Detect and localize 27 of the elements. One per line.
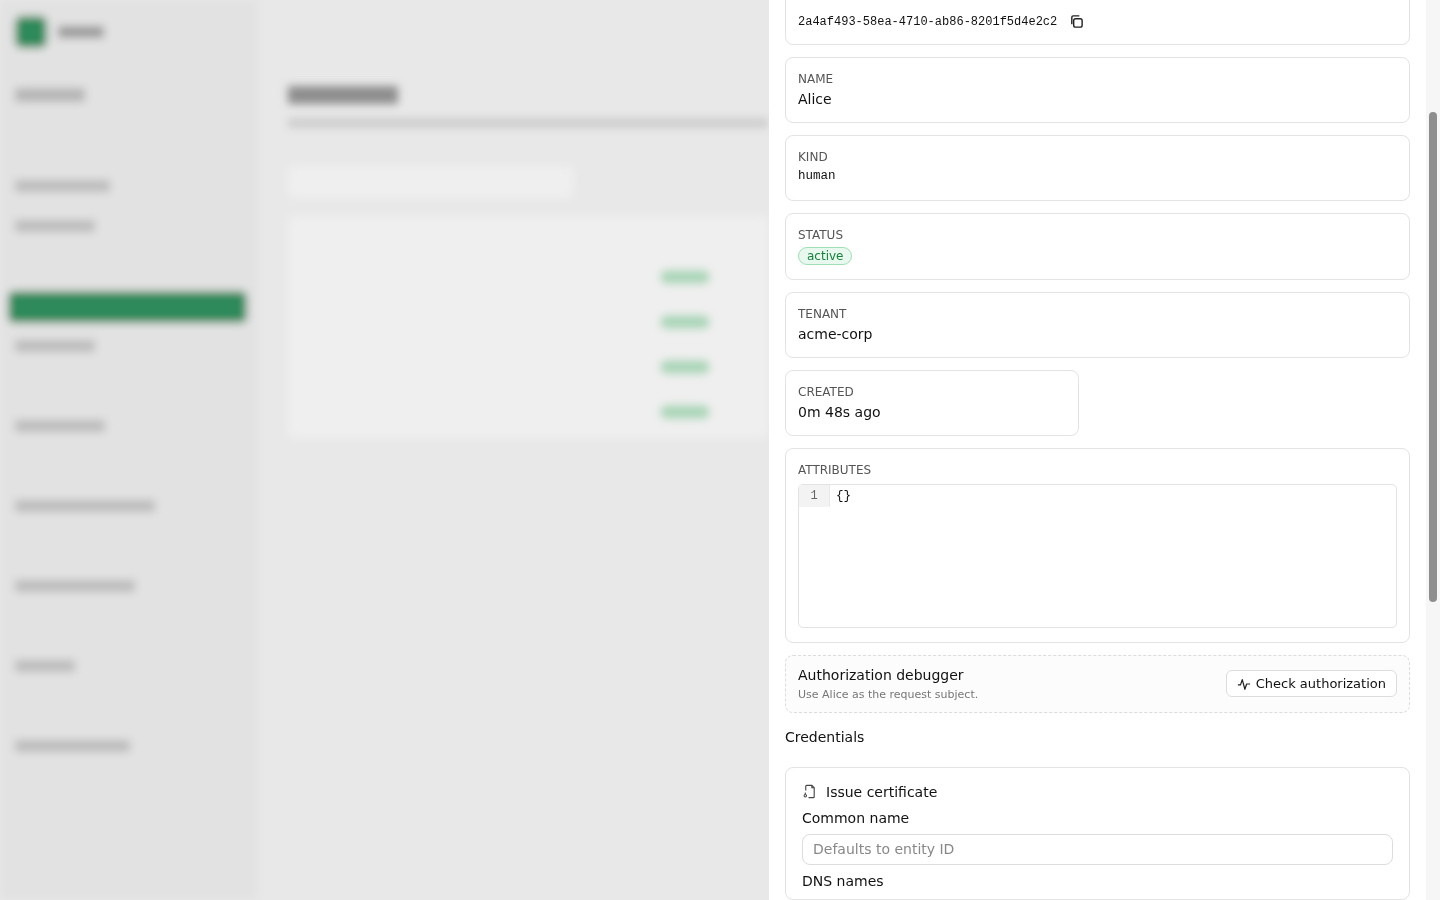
certificate-icon	[802, 784, 817, 800]
code-editor[interactable]: 1 {}	[798, 483, 1397, 628]
check-authorization-button[interactable]: Check authorization	[1225, 670, 1397, 698]
field-value: acme-corp	[798, 325, 874, 342]
field-label: STATUS	[798, 226, 845, 242]
copy-icon[interactable]	[1069, 14, 1085, 29]
field-value: 0m 48s ago	[798, 403, 882, 420]
field-value: human	[798, 168, 837, 183]
debugger-subtitle: Use Alice as the request subject.	[798, 687, 979, 701]
section-heading: Credentials	[785, 728, 866, 745]
line-number: 1	[799, 484, 830, 507]
field-value: Alice	[798, 90, 833, 107]
entity-id: 2a4af493-58ea-4710-ab86-8201f5d4e2c2	[798, 14, 1058, 29]
field-label: CREATED	[798, 383, 855, 399]
debugger-title: Authorization debugger	[798, 666, 965, 683]
field-label: KIND	[798, 148, 829, 164]
scrollbar[interactable]	[1426, 0, 1440, 900]
field-label: ATTRIBUTES	[798, 461, 873, 477]
field-label: NAME	[798, 70, 835, 86]
code-line: {}	[835, 487, 852, 505]
status-badge: active	[798, 246, 853, 265]
field-label: TENANT	[798, 305, 848, 321]
field-label: DNS names	[802, 873, 885, 889]
card-title: Issue certificate	[826, 783, 938, 800]
field-label: Common name	[802, 809, 911, 826]
common-name-field[interactable]: Defaults to entity ID	[802, 833, 1393, 865]
activity-icon	[1236, 676, 1251, 691]
